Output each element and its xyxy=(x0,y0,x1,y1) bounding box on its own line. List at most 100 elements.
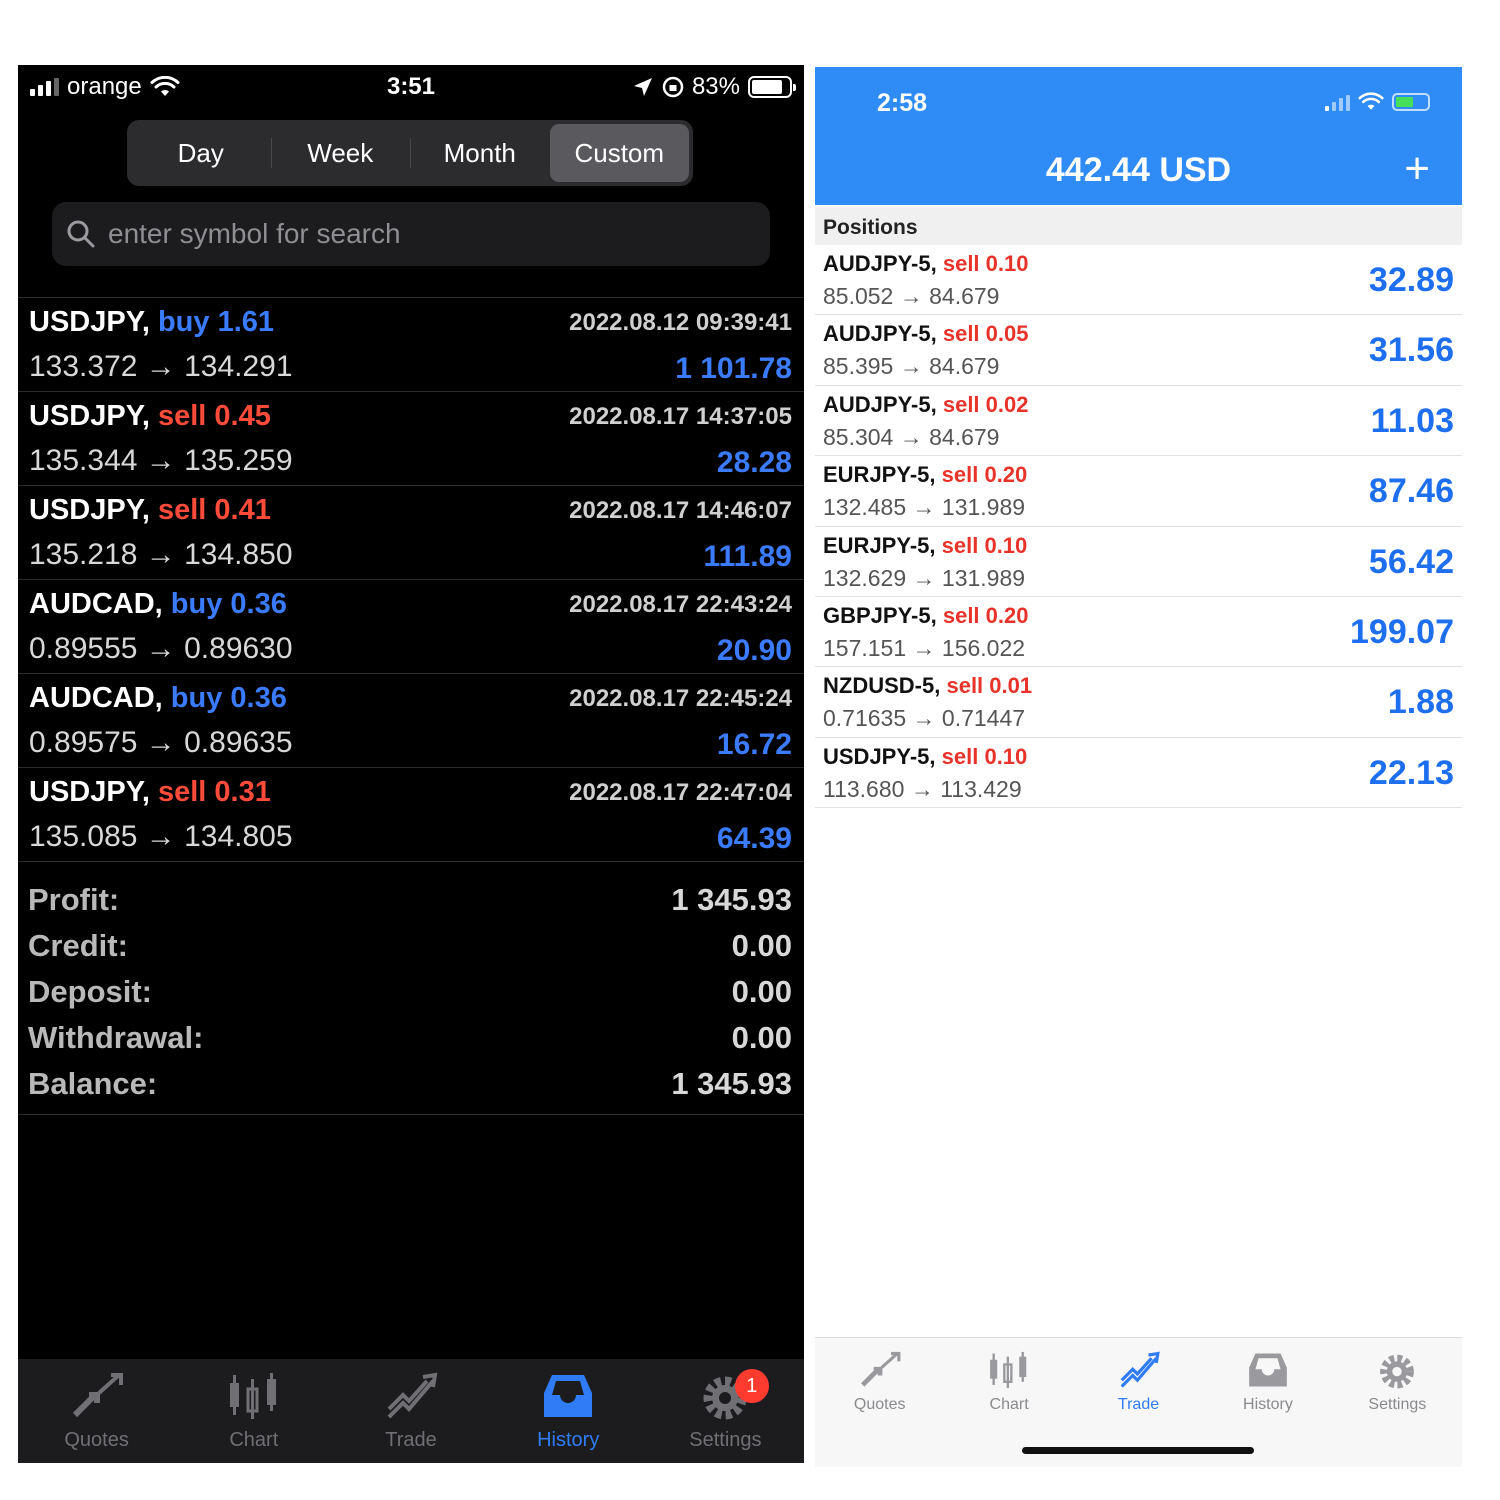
position-profit: 56.42 xyxy=(1368,542,1454,581)
tab-label: History xyxy=(537,1429,600,1451)
segment-day[interactable]: Day xyxy=(131,124,271,182)
position-volume: 0.10 xyxy=(985,251,1029,276)
position-row[interactable]: USDJPY-5, sell 0.10 113.680 → 113.429 22… xyxy=(815,738,1462,809)
position-row[interactable]: EURJPY-5, sell 0.20 132.485 → 131.989 87… xyxy=(815,456,1462,527)
deal-row[interactable]: AUDCAD, buy 0.36 2022.08.17 22:43:24 0.8… xyxy=(18,580,804,674)
deal-datetime: 2022.08.17 14:37:05 xyxy=(569,403,792,430)
segment-custom[interactable]: Custom xyxy=(549,124,689,182)
position-prices: 157.151 → 156.022 xyxy=(823,634,1026,661)
deal-volume: 0.41 xyxy=(214,494,271,526)
gear-icon xyxy=(1380,1354,1415,1389)
position-row[interactable]: AUDJPY-5, sell 0.10 85.052 → 84.679 32.8… xyxy=(815,245,1462,316)
summary-deposit: Deposit: 0.00 xyxy=(28,969,792,1015)
position-prices: 132.485 → 131.989 xyxy=(823,494,1026,521)
position-side-volume: sell 0.02 xyxy=(943,392,1029,417)
deal-datetime: 2022.08.12 09:39:41 xyxy=(569,309,792,336)
tab-settings[interactable]: 1 Settings xyxy=(647,1359,804,1463)
deal-row[interactable]: USDJPY, sell 0.45 2022.08.17 14:37:05 13… xyxy=(18,392,804,486)
position-side-volume: sell 0.01 xyxy=(946,673,1032,698)
tab-history[interactable]: History xyxy=(490,1359,647,1463)
deal-datetime: 2022.08.17 22:43:24 xyxy=(569,591,792,618)
deal-title: USDJPY, sell 0.41 xyxy=(29,494,271,527)
deal-datetime: 2022.08.17 22:47:04 xyxy=(569,779,792,806)
candlestick-chart-icon xyxy=(229,1373,276,1419)
position-volume: 0.10 xyxy=(984,743,1028,769)
tab-trade[interactable]: Trade xyxy=(332,1359,489,1463)
deal-symbol: USDJPY, xyxy=(29,400,150,432)
status-right-group: 83% xyxy=(632,73,796,101)
history-tray-icon xyxy=(1249,1353,1287,1387)
tab-label: Quotes xyxy=(64,1429,129,1451)
deal-symbol: USDJPY, xyxy=(29,494,150,526)
battery-percent: 83% xyxy=(691,73,740,100)
summary-value: 0.00 xyxy=(731,1020,792,1055)
deal-row[interactable]: USDJPY, buy 1.61 2022.08.12 09:39:41 133… xyxy=(18,298,804,392)
deal-datetime: 2022.08.17 22:45:24 xyxy=(569,685,792,712)
tab-label: History xyxy=(1243,1396,1293,1413)
position-symbol: AUDJPY-5, xyxy=(823,391,937,417)
wifi-icon xyxy=(1358,92,1384,110)
deal-row[interactable]: USDJPY, sell 0.41 2022.08.17 14:46:07 13… xyxy=(18,486,804,580)
deal-title: AUDCAD, buy 0.36 xyxy=(29,588,287,621)
search-icon xyxy=(67,220,95,248)
position-side: sell xyxy=(946,673,984,699)
position-title: EURJPY-5, sell 0.10 xyxy=(823,533,1027,559)
summary-value: 0.00 xyxy=(731,974,792,1009)
location-arrow-icon xyxy=(633,78,652,96)
position-prices: 132.629 → 131.989 xyxy=(823,564,1026,591)
position-row[interactable]: AUDJPY-5, sell 0.05 85.395 → 84.679 31.5… xyxy=(815,315,1462,386)
deal-row[interactable]: AUDCAD, buy 0.36 2022.08.17 22:45:24 0.8… xyxy=(18,674,804,768)
deal-row[interactable]: USDJPY, sell 0.31 2022.08.17 22:47:04 13… xyxy=(18,768,804,862)
rotation-lock-icon xyxy=(662,76,684,98)
deal-side: buy xyxy=(170,588,223,620)
battery-icon xyxy=(748,76,796,98)
deal-side-volume: sell 0.41 xyxy=(158,494,271,526)
battery-charging-icon xyxy=(1392,93,1430,111)
position-side-volume: sell 0.05 xyxy=(943,321,1029,346)
deal-prices: 0.89575 → 0.89635 xyxy=(29,726,293,759)
deal-side: buy xyxy=(157,306,210,338)
tab-chart[interactable]: Chart xyxy=(175,1359,332,1463)
position-side: sell xyxy=(941,462,979,488)
deal-volume: 0.31 xyxy=(214,776,271,808)
tab-label: Chart xyxy=(989,1396,1029,1413)
tab-settings[interactable]: Settings xyxy=(1333,1338,1462,1467)
segment-month[interactable]: Month xyxy=(410,124,550,182)
quotes-arrows-icon xyxy=(72,1373,123,1418)
position-row[interactable]: AUDJPY-5, sell 0.02 85.304 → 84.679 11.0… xyxy=(815,386,1462,457)
deal-side-volume: buy 1.61 xyxy=(158,306,274,338)
summary-profit: Profit: 1 345.93 xyxy=(28,877,792,923)
signal-icon xyxy=(1325,93,1350,111)
summary-label: Profit: xyxy=(28,882,120,917)
symbol-search-bar[interactable] xyxy=(52,202,770,266)
position-row[interactable]: EURJPY-5, sell 0.10 132.629 → 131.989 56… xyxy=(815,527,1462,597)
position-row[interactable]: NZDUSD-5, sell 0.01 0.71635 → 0.71447 1.… xyxy=(815,667,1462,738)
position-profit: 31.56 xyxy=(1368,331,1454,370)
tab-label: Chart xyxy=(229,1429,279,1451)
tab-quotes[interactable]: Quotes xyxy=(815,1338,944,1467)
left-status-bar: orange 3:51 83% xyxy=(18,65,804,109)
deal-symbol: USDJPY, xyxy=(29,776,150,808)
segment-week[interactable]: Week xyxy=(270,124,411,182)
summary-value: 0.00 xyxy=(731,928,792,963)
position-profit: 22.13 xyxy=(1368,753,1454,792)
new-order-plus-button[interactable]: + xyxy=(1404,147,1430,191)
position-prices: 85.304 → 84.679 xyxy=(823,423,1000,450)
deal-title: AUDCAD, buy 0.36 xyxy=(29,682,287,715)
home-indicator[interactable] xyxy=(1022,1447,1254,1454)
deal-side-volume: sell 0.45 xyxy=(158,400,271,432)
position-title: AUDJPY-5, sell 0.10 xyxy=(823,251,1029,277)
tab-label: Quotes xyxy=(853,1396,906,1413)
deal-side-volume: sell 0.31 xyxy=(158,776,271,808)
deal-side-volume: buy 0.36 xyxy=(171,588,287,620)
summary-credit: Credit: 0.00 xyxy=(28,923,792,969)
position-row[interactable]: GBPJPY-5, sell 0.20 157.151 → 156.022 19… xyxy=(815,597,1462,668)
deal-side-volume: buy 0.36 xyxy=(171,682,287,714)
deals-list: USDJPY, buy 1.61 2022.08.12 09:39:41 133… xyxy=(18,297,804,862)
position-prices: 85.052 → 84.679 xyxy=(823,283,1000,309)
tab-label: Trade xyxy=(1117,1396,1160,1413)
deal-volume: 1.61 xyxy=(217,306,275,338)
symbol-search-input[interactable] xyxy=(108,218,708,250)
tab-quotes[interactable]: Quotes xyxy=(18,1359,175,1463)
position-symbol: NZDUSD-5, xyxy=(823,673,941,699)
